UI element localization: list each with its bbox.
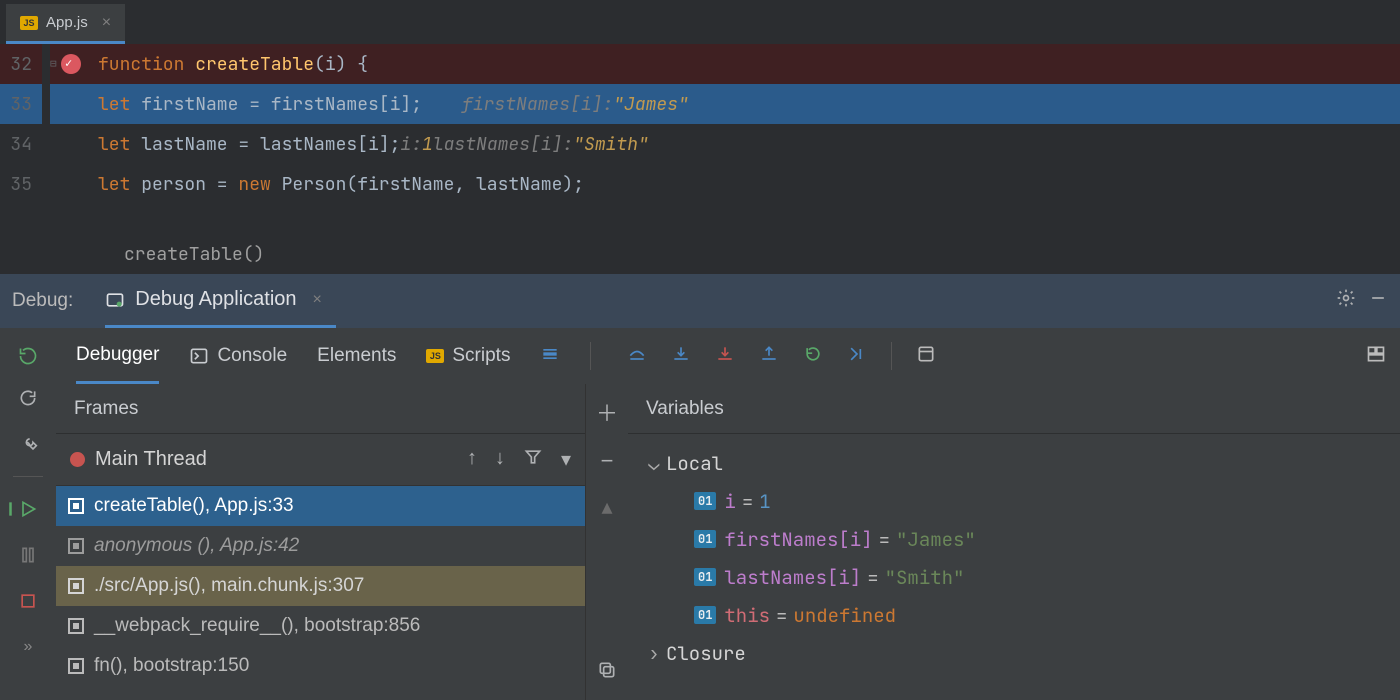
frame-icon (68, 538, 84, 554)
tab-scripts[interactable]: JS Scripts (426, 328, 510, 384)
scope-row[interactable]: ⌄Local (642, 444, 1386, 482)
debug-toolwindow-header: Debug: Debug Application × (0, 274, 1400, 328)
thread-status-dot (70, 452, 85, 467)
js-file-icon: JS (20, 16, 38, 30)
add-watch-icon[interactable]: ＋ (596, 396, 618, 428)
tab-elements[interactable]: Elements (317, 328, 396, 384)
tab-console[interactable]: Console (189, 328, 287, 384)
variable-row[interactable]: 01this = undefined (642, 596, 1386, 634)
copy-icon[interactable] (597, 660, 617, 686)
variable-row[interactable]: 01lastNames[i] = "Smith" (642, 558, 1386, 596)
stack-frame[interactable]: __webpack_require__(), bootstrap:856 (56, 606, 585, 646)
remove-watch-icon[interactable]: − (601, 448, 614, 474)
pause-icon[interactable] (14, 541, 42, 569)
stop-icon[interactable] (14, 587, 42, 615)
settings-icon[interactable] (1336, 288, 1356, 314)
tab-debugger[interactable]: Debugger (76, 328, 159, 384)
frames-header: Frames (56, 384, 585, 434)
breakpoint-gutter[interactable]: ⊟ (50, 44, 92, 234)
file-tab[interactable]: JS App.js × (6, 4, 125, 44)
value-type-badge: 01 (694, 530, 716, 548)
js-icon: JS (426, 349, 444, 363)
close-tab-icon[interactable]: × (102, 14, 111, 32)
threads-icon[interactable] (540, 344, 560, 368)
variable-row[interactable]: 01firstNames[i] = "James" (642, 520, 1386, 558)
drop-frame-icon[interactable] (803, 344, 823, 368)
value-type-badge: 01 (694, 606, 716, 624)
code-line[interactable]: let lastName = lastNames[i]; i: 1 lastNa… (92, 124, 1400, 164)
stack-frame[interactable]: fn(), bootstrap:150 (56, 646, 585, 686)
frames-list[interactable]: createTable(), App.js:33anonymous (), Ap… (56, 486, 585, 700)
stack-frame[interactable]: createTable(), App.js:33 (56, 486, 585, 526)
more-icon[interactable]: » (14, 633, 42, 661)
variables-tree[interactable]: ⌄Local01i = 101firstNames[i] = "James"01… (628, 434, 1400, 682)
frame-icon (68, 658, 84, 674)
debug-side-toolbar: » (0, 384, 56, 700)
variable-row[interactable]: 01i = 1 (642, 482, 1386, 520)
stack-frame[interactable]: ./src/App.js(), main.chunk.js:307 (56, 566, 585, 606)
thread-selector[interactable]: Main Thread ↑ ↓ ▾ (56, 434, 585, 486)
layout-icon[interactable] (1366, 344, 1386, 368)
stack-frame[interactable]: anonymous (), App.js:42 (56, 526, 585, 566)
next-frame-icon[interactable]: ↓ (495, 447, 505, 473)
step-into-icon[interactable] (671, 344, 691, 368)
run-to-cursor-icon[interactable] (847, 344, 867, 368)
close-icon[interactable]: × (313, 291, 322, 309)
debugger-panel: » Frames Main Thread ↑ ↓ ▾ createTable()… (0, 384, 1400, 700)
filter-icon[interactable] (523, 447, 543, 473)
value-type-badge: 01 (694, 492, 716, 510)
wrench-icon[interactable] (14, 430, 42, 458)
breadcrumb[interactable]: createTable() (0, 234, 1400, 274)
code-line[interactable]: function createTable(i) { (92, 44, 1400, 84)
scope-row[interactable]: ›Closure (642, 634, 1386, 672)
frame-icon (68, 618, 84, 634)
console-icon (189, 346, 209, 366)
debug-title: Debug: (12, 290, 73, 312)
update-icon[interactable] (14, 384, 42, 412)
frame-edit-icons: ＋ − ▴ (586, 384, 628, 700)
evaluate-icon[interactable] (916, 344, 936, 368)
run-config-tab[interactable]: Debug Application × (105, 274, 336, 328)
rerun-icon[interactable] (14, 342, 42, 370)
debugger-tabs: Debugger Console Elements JS Scripts (0, 328, 1400, 384)
step-over-icon[interactable] (627, 344, 647, 368)
debug-config-icon (105, 290, 125, 310)
up-icon[interactable]: ▴ (601, 494, 612, 520)
code-area[interactable]: function createTable(i) { let firstName … (92, 44, 1400, 234)
breakpoint-icon[interactable] (61, 54, 81, 74)
variables-header: Variables (628, 384, 1400, 434)
code-editor[interactable]: 32333435 ⊟ function createTable(i) { let… (0, 44, 1400, 234)
prev-frame-icon[interactable]: ↑ (467, 447, 477, 473)
file-tab-label: App.js (46, 14, 88, 31)
variables-pane: Variables ⌄Local01i = 101firstNames[i] =… (628, 384, 1400, 700)
resume-icon[interactable] (14, 495, 42, 523)
frames-pane: Frames Main Thread ↑ ↓ ▾ createTable(), … (56, 384, 586, 700)
file-tabs: JS App.js × (0, 0, 1400, 44)
force-step-into-icon[interactable] (715, 344, 735, 368)
frame-icon (68, 498, 84, 514)
line-number-gutter: 32333435 (0, 44, 50, 234)
value-type-badge: 01 (694, 568, 716, 586)
code-line[interactable]: let firstName = firstNames[i];firstNames… (92, 84, 1400, 124)
frame-icon (68, 578, 84, 594)
dropdown-icon[interactable]: ▾ (561, 447, 571, 473)
code-line[interactable]: let person = new Person(firstName, lastN… (92, 164, 1400, 204)
step-out-icon[interactable] (759, 344, 779, 368)
minimize-icon[interactable] (1368, 288, 1388, 314)
